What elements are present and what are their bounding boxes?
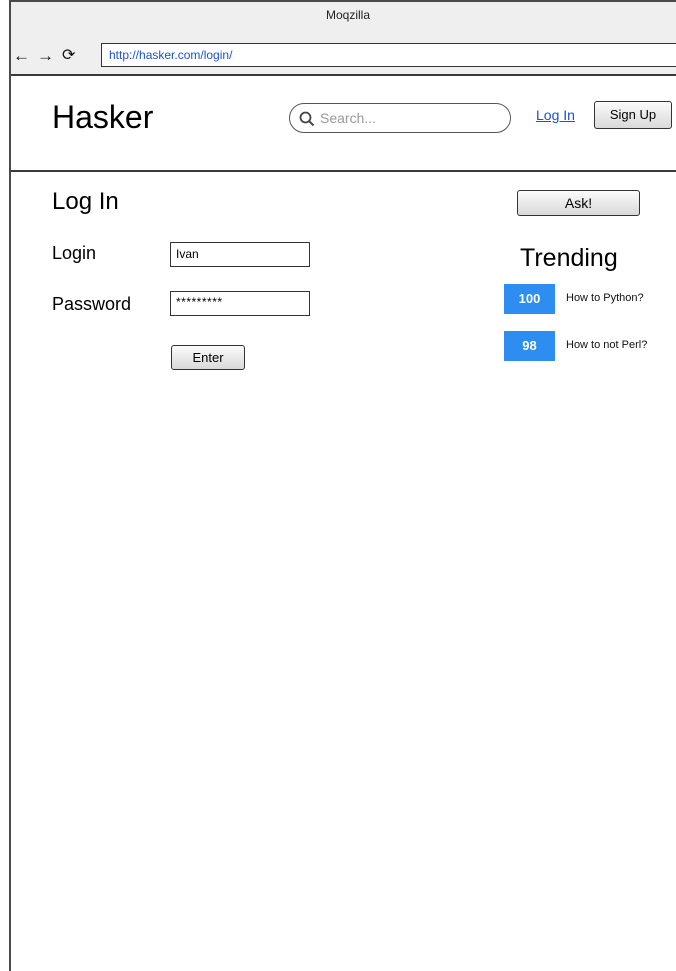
window-title: Moqzilla [325,8,370,22]
page-title: Log In [52,188,119,215]
signup-button[interactable]: Sign Up [594,101,672,129]
enter-button[interactable]: Enter [171,345,245,370]
vote-count-badge: 100 [504,284,555,314]
trending-item[interactable]: 98 How to not Perl? [504,331,676,361]
trending-question-title[interactable]: How to Python? [566,292,644,304]
trending-question-title[interactable]: How to not Perl? [566,339,647,351]
search-placeholder: Search... [320,110,377,126]
search-icon [299,111,315,127]
login-field[interactable]: Ivan [170,242,310,267]
password-field[interactable]: ********* [170,291,310,316]
trending-heading: Trending [520,244,618,272]
ask-button[interactable]: Ask! [517,190,640,216]
vote-count-badge: 98 [504,331,555,361]
title-bar: Moqzilla [11,2,676,38]
reload-icon[interactable]: ⟳ [62,46,75,66]
back-arrow-icon[interactable]: ← [13,46,30,66]
address-bar[interactable]: http://hasker.com/login/ [101,43,676,67]
forward-arrow-icon[interactable]: → [37,46,54,66]
trending-item[interactable]: 100 How to Python? [504,284,676,314]
browser-window: Moqzilla ← → ⟳ http://hasker.com/login/ [9,0,676,971]
site-logo[interactable]: Hasker [52,97,153,137]
search-input[interactable]: Search... [289,103,511,133]
login-label: Login [52,243,97,263]
password-label: Password [52,294,132,314]
login-link[interactable]: Log In [536,107,575,123]
